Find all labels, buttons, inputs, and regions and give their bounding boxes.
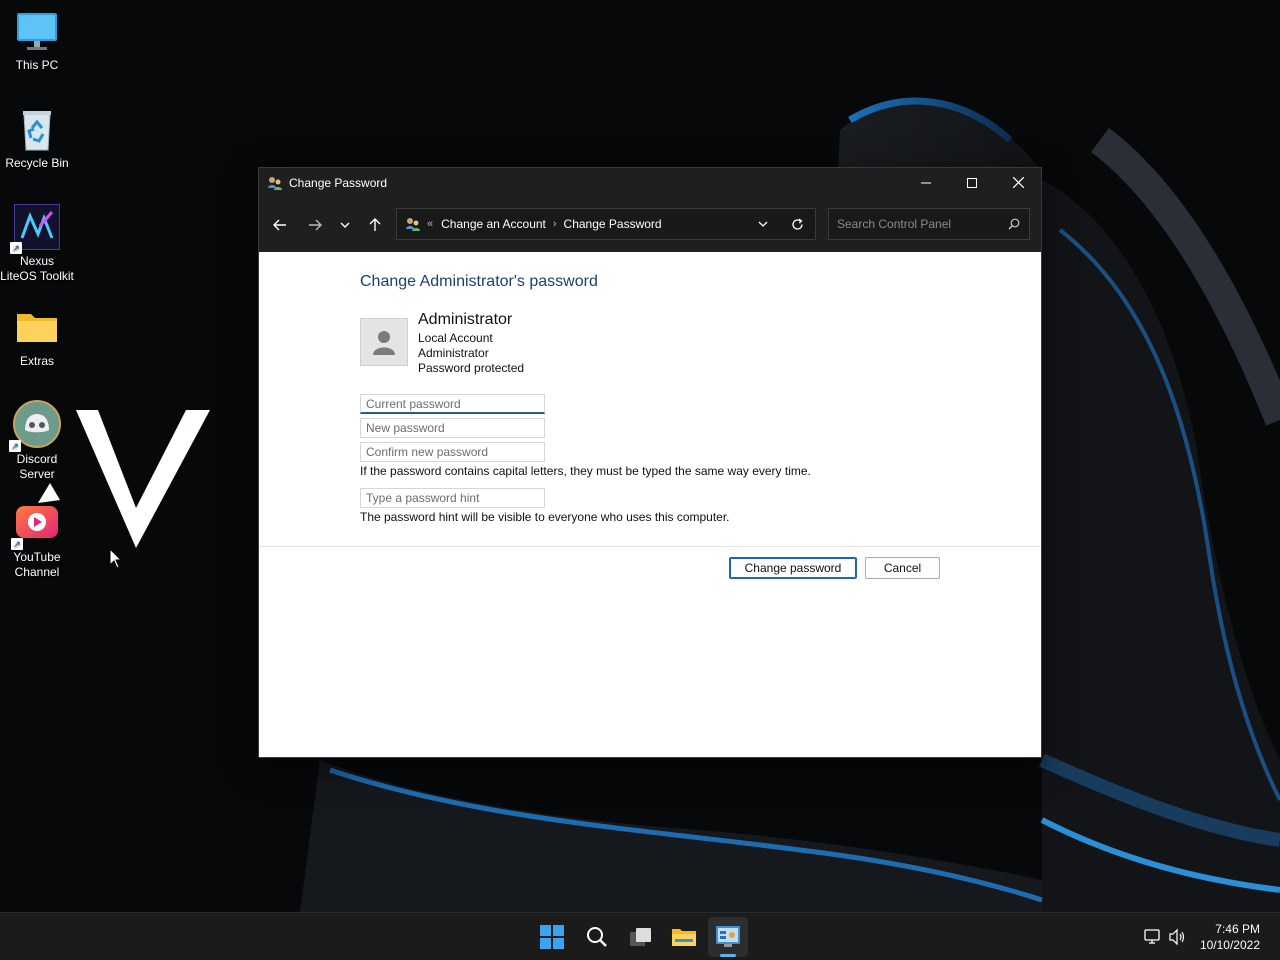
shortcut-arrow-icon: ↗ [11, 538, 23, 550]
current-password-field[interactable] [360, 394, 545, 414]
network-icon[interactable] [1144, 928, 1162, 946]
desktop-icon-label: Recycle Bin [5, 156, 69, 170]
desktop-icon-extras[interactable]: Extras [0, 306, 74, 369]
navigation-bar: « Change an Account › Change Password [259, 197, 1041, 252]
shortcut-arrow-icon: ↗ [9, 440, 21, 452]
password-hint-field[interactable] [360, 488, 545, 508]
window-title: Change Password [289, 175, 388, 190]
shortcut-arrow-icon: ↗ [10, 242, 22, 254]
close-icon [1012, 177, 1024, 188]
account-role: Administrator [418, 346, 489, 360]
account-name: Administrator [418, 311, 513, 328]
minimize-icon [921, 182, 931, 183]
desktop-icon-label: Nexus LiteOS Toolkit [0, 254, 74, 283]
search-box[interactable] [828, 208, 1030, 240]
chevron-down-icon [340, 222, 350, 228]
breadcrumb-item-change-password[interactable]: Change Password [564, 217, 662, 231]
recent-locations-button[interactable] [330, 210, 360, 240]
desktop-icon-label: This PC [15, 58, 59, 72]
capital-letters-note: If the password contains capital letters… [360, 464, 811, 478]
search-input[interactable] [829, 216, 999, 232]
task-view-button[interactable] [621, 917, 661, 957]
user-accounts-icon [267, 175, 283, 191]
breadcrumb-separator-icon: › [552, 218, 557, 230]
breadcrumb-overflow[interactable]: « [427, 218, 433, 230]
user-accounts-icon [405, 216, 421, 232]
control-panel-icon [716, 926, 740, 947]
cancel-button[interactable]: Cancel [865, 557, 940, 579]
minimize-button[interactable] [903, 168, 949, 197]
taskbar-search-button[interactable] [577, 917, 617, 957]
task-view-icon [630, 928, 651, 946]
desktop-icon-nexus-toolkit[interactable]: ↗ Nexus LiteOS Toolkit [0, 203, 74, 284]
user-silhouette-icon [373, 331, 395, 355]
address-dropdown-button[interactable] [748, 221, 778, 227]
chevron-down-icon [758, 221, 768, 227]
start-button[interactable] [532, 917, 572, 957]
maximize-button[interactable] [949, 168, 995, 197]
account-status: Password protected [418, 361, 525, 375]
search-icon[interactable] [999, 218, 1029, 230]
monitor-icon [15, 10, 59, 54]
control-panel-taskbar-button[interactable] [708, 917, 748, 957]
divider [259, 546, 1041, 547]
file-explorer-icon [672, 929, 696, 946]
nexus-toolkit-icon: ↗ [10, 203, 61, 254]
up-button[interactable] [360, 210, 390, 240]
nexus-logo-icon [38, 410, 210, 548]
clock-time[interactable]: 7:46 PM [1215, 922, 1260, 936]
active-app-indicator [720, 954, 736, 957]
maximize-icon [967, 177, 977, 188]
avatar [360, 318, 408, 366]
folder-icon [15, 306, 59, 350]
mouse-cursor-icon [109, 548, 123, 569]
account-type: Local Account [418, 331, 493, 345]
address-bar[interactable]: « Change an Account › Change Password [396, 208, 816, 240]
breadcrumb-item-change-account[interactable]: Change an Account [441, 217, 546, 231]
search-icon [587, 927, 607, 947]
arrow-up-icon [369, 217, 381, 231]
desktop-icon-label: Extras [19, 354, 54, 368]
arrow-left-icon [273, 219, 286, 230]
desktop-icon-label: YouTube Channel [13, 550, 61, 579]
page-title: Change Administrator's password [360, 273, 598, 290]
forward-button[interactable] [300, 210, 330, 240]
close-button[interactable] [995, 168, 1041, 197]
recycle-bin-icon [15, 108, 59, 152]
refresh-icon [791, 217, 803, 230]
refresh-button[interactable] [778, 217, 815, 231]
desktop-icon-recycle-bin[interactable]: Recycle Bin [0, 108, 74, 171]
window-titlebar[interactable]: Change Password [259, 168, 1041, 197]
change-password-window: Change Password « Change an Account › Ch… [258, 167, 1042, 758]
back-button[interactable] [265, 210, 295, 240]
taskbar: 7:46 PM 10/10/2022 [0, 912, 1280, 960]
clock-date[interactable]: 10/10/2022 [1200, 938, 1260, 952]
new-password-field[interactable] [360, 418, 545, 438]
content-area: Change Administrator's password Administ… [259, 252, 1041, 757]
arrow-right-icon [309, 219, 322, 230]
desktop-icon-this-pc[interactable]: This PC [0, 10, 74, 73]
confirm-password-field[interactable] [360, 442, 545, 462]
volume-icon[interactable] [1169, 928, 1187, 946]
start-icon [540, 925, 564, 949]
change-password-button[interactable]: Change password [729, 557, 857, 579]
hint-visibility-note: The password hint will be visible to eve… [360, 510, 730, 524]
file-explorer-button[interactable] [664, 917, 704, 957]
